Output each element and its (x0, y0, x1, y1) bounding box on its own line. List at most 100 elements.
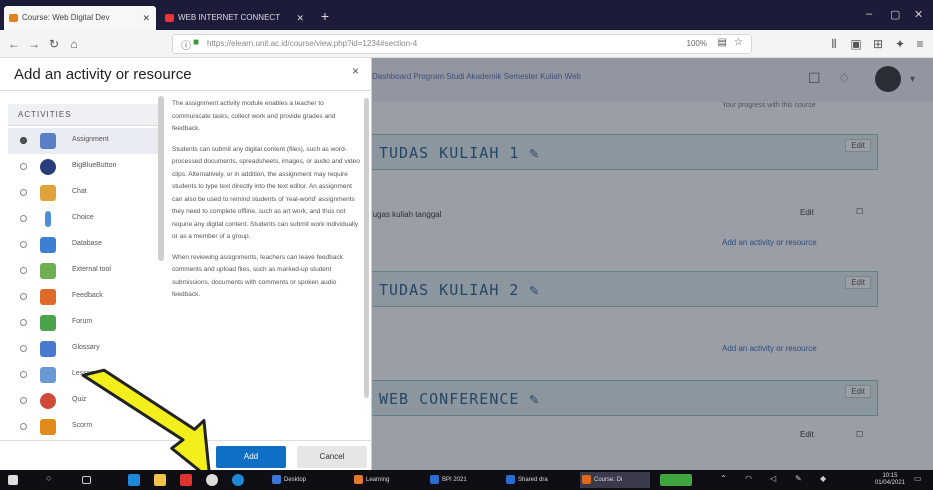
activity-label: Glossary (72, 344, 100, 351)
scorm-icon (40, 419, 56, 435)
close-tab-icon[interactable]: ✕ (296, 6, 304, 30)
tray-icon[interactable]: ◆ (820, 474, 832, 486)
url-bar[interactable]: ⓘ ■ https://elearn.unit.ac.id/course/vie… (172, 34, 752, 54)
activity-option-bigbluebutton[interactable]: BigBlueButton (8, 154, 158, 180)
activity-label: Assignment (72, 136, 109, 143)
browser-tab[interactable]: WEB INTERNET CONNECT ✕ (160, 6, 310, 30)
activity-label: External tool (72, 266, 111, 273)
radio-button[interactable] (20, 293, 27, 300)
radio-button[interactable] (20, 137, 27, 144)
taskbar-app[interactable]: BPI 2021 (428, 472, 498, 488)
activities-header-label: ACTIVITIES (18, 110, 72, 119)
taskbar-clock[interactable]: 10:15 01/04/2021 (875, 473, 905, 487)
language-icon[interactable]: ✎ (795, 474, 807, 486)
divider (0, 90, 372, 91)
radio-button[interactable] (20, 371, 27, 378)
home-icon[interactable]: ⌂ (66, 35, 82, 53)
taskbar-app-label: Learning (366, 477, 390, 483)
description-scrollbar[interactable] (364, 98, 369, 398)
radio-button[interactable] (20, 267, 27, 274)
activity-option-forum[interactable]: Forum (8, 310, 158, 336)
radio-button[interactable] (20, 423, 27, 430)
quiz-icon (40, 393, 56, 409)
reader-view-icon[interactable]: ▤ (718, 37, 727, 48)
taskbar-app-label: Course: Di (594, 477, 623, 483)
browser-tab-active[interactable]: Course: Web Digital Dev ✕ (4, 6, 156, 30)
modal-title: Add an activity or resource (14, 66, 192, 83)
activity-option-assignment[interactable]: Assignment (8, 128, 158, 154)
youtube-favicon-icon (165, 14, 174, 22)
edge-icon[interactable] (232, 474, 244, 486)
close-icon[interactable]: × (352, 64, 359, 78)
minimize-icon[interactable]: – (866, 8, 872, 20)
new-tab-icon[interactable]: + (316, 6, 334, 26)
lock-icon: ■ (193, 37, 200, 48)
menu-icon[interactable]: ≡ (912, 35, 928, 53)
radio-button[interactable] (20, 397, 27, 404)
taskbar: ○ Desktop Learning BPI 2021 Shared dra C… (0, 470, 933, 490)
activity-option-glossary[interactable]: Glossary (8, 336, 158, 362)
tray-icon[interactable]: ⌃ (720, 474, 732, 486)
taskbar-app[interactable]: Desktop (270, 472, 340, 488)
wifi-icon[interactable]: ◠ (745, 474, 757, 486)
search-icon[interactable]: ○ (46, 473, 58, 485)
taskbar-app-label: BPI 2021 (442, 477, 467, 483)
taskbar-app-active[interactable]: Course: Di (580, 472, 650, 488)
browser-nav-bar: ← → ↻ ⌂ ⓘ ■ https://elearn.unit.ac.id/co… (0, 30, 933, 58)
forward-icon[interactable]: → (26, 35, 42, 53)
app-icon[interactable] (206, 474, 218, 486)
close-window-icon[interactable]: ✕ (914, 8, 923, 21)
activity-option-chat[interactable]: Chat (8, 180, 158, 206)
radio-button[interactable] (20, 319, 27, 326)
app-icon (506, 475, 515, 484)
activities-header: ACTIVITIES (8, 104, 158, 126)
battery-indicator-icon[interactable] (660, 474, 692, 486)
bigbluebutton-icon (40, 159, 56, 175)
cancel-button[interactable]: Cancel (297, 446, 367, 468)
info-icon[interactable]: ⓘ (181, 37, 191, 52)
lesson-icon (40, 367, 56, 383)
forum-icon (40, 315, 56, 331)
clock-date: 01/04/2021 (874, 480, 905, 486)
url-text[interactable]: https://elearn.unit.ac.id/course/view.ph… (207, 35, 417, 53)
bookmark-star-icon[interactable]: ☆ (734, 37, 743, 48)
reload-icon[interactable]: ↻ (46, 35, 62, 53)
clock-time: 10:15 (882, 473, 898, 479)
pocket-icon[interactable]: ⊞ (870, 35, 886, 53)
radio-button[interactable] (20, 241, 27, 248)
activity-option-database[interactable]: Database (8, 232, 158, 258)
extension-icon[interactable]: ✦ (892, 35, 908, 53)
database-icon (40, 237, 56, 253)
activity-label: Database (72, 240, 102, 247)
activity-option-feedback[interactable]: Feedback (8, 284, 158, 310)
moodle-favicon-icon (9, 14, 18, 22)
activity-option-external-tool[interactable]: External tool (8, 258, 158, 284)
radio-button[interactable] (20, 163, 27, 170)
activity-label: BigBlueButton (72, 162, 117, 169)
maximize-icon[interactable]: ▢ (890, 8, 900, 21)
volume-icon[interactable]: ◁ (770, 474, 782, 486)
activity-list-scrollbar[interactable] (158, 96, 164, 261)
library-icon[interactable]: ⫴ (826, 35, 842, 53)
activity-option-choice[interactable]: Choice (8, 206, 158, 232)
radio-button[interactable] (20, 189, 27, 196)
tab-title: WEB INTERNET CONNECT (178, 13, 281, 22)
app-icon[interactable] (128, 474, 140, 486)
close-tab-icon[interactable]: ✕ (142, 6, 150, 30)
windows-start-icon[interactable] (8, 475, 18, 485)
activity-label: Feedback (72, 292, 103, 299)
radio-button[interactable] (20, 215, 27, 222)
browser-tab-bar: Course: Web Digital Dev ✕ WEB INTERNET C… (0, 0, 933, 30)
back-icon[interactable]: ← (6, 35, 22, 53)
app-icon (354, 475, 363, 484)
app-icon[interactable] (180, 474, 192, 486)
task-view-icon[interactable] (82, 476, 91, 484)
taskbar-app[interactable]: Learning (352, 472, 422, 488)
taskbar-app[interactable]: Shared dra (504, 472, 574, 488)
zoom-level[interactable]: 100% (687, 35, 707, 53)
sidebar-icon[interactable]: ▣ (848, 35, 864, 53)
taskbar-app-label: Shared dra (518, 477, 548, 483)
folder-icon[interactable] (154, 474, 166, 486)
radio-button[interactable] (20, 345, 27, 352)
notification-center-icon[interactable]: ▭ (914, 474, 926, 486)
